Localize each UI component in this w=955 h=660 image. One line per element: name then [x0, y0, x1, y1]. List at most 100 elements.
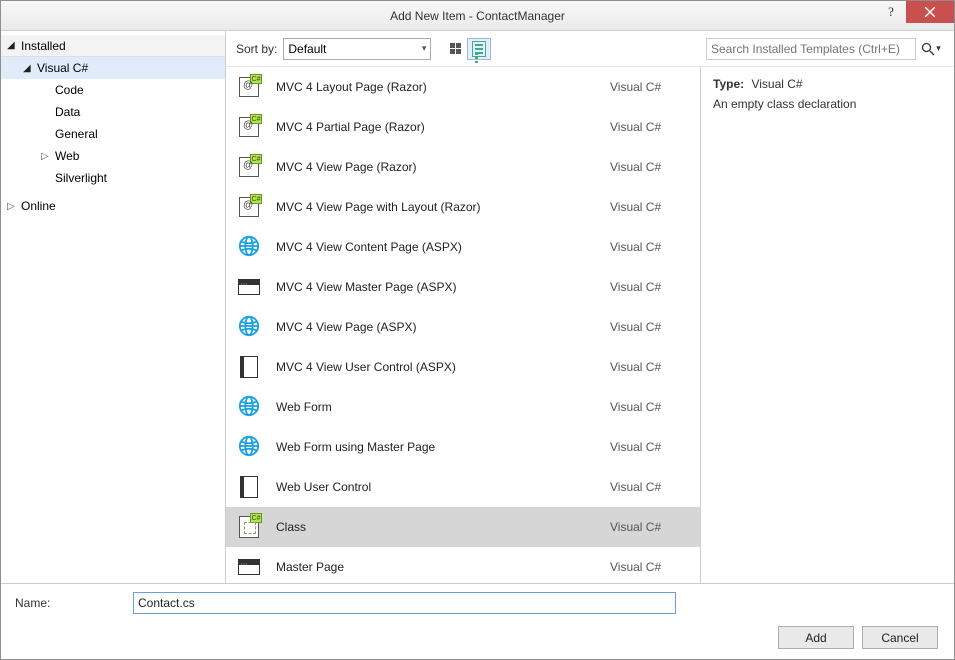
template-list[interactable]: C# MVC 4 Layout Page (Razor) Visual C# C# MV… — [226, 67, 700, 583]
titlebar: Add New Item - ContactManager ? — [1, 1, 954, 31]
template-lang: Visual C# — [610, 280, 690, 294]
template-row[interactable]: C# MVC 4 Partial Page (Razor) Visual C# — [226, 107, 700, 147]
master-page-icon: ••• — [238, 559, 260, 575]
template-name: Web Form — [276, 400, 596, 414]
chevron-right-icon: ▷ — [7, 201, 19, 212]
sidebar-item-silverlight[interactable]: Silverlight — [1, 167, 225, 189]
details-pane: Type: Visual C# An empty class declarati… — [700, 67, 954, 583]
sidebar-header-label: Installed — [21, 39, 66, 53]
template-name: MVC 4 View Page (Razor) — [276, 160, 596, 174]
template-row[interactable]: MVC 4 View User Control (ASPX) Visual C# — [226, 347, 700, 387]
template-lang: Visual C# — [610, 80, 690, 94]
close-button[interactable] — [906, 1, 954, 23]
search-icon — [921, 42, 935, 56]
sidebar-item-label: Web — [55, 149, 79, 163]
sort-select[interactable]: Default ▾ — [283, 38, 431, 60]
sidebar-item-label: Visual C# — [37, 61, 88, 75]
template-name: MVC 4 Layout Page (Razor) — [276, 80, 596, 94]
sidebar-item-code[interactable]: Code — [1, 79, 225, 101]
template-name: MVC 4 View Content Page (ASPX) — [276, 240, 596, 254]
template-row[interactable]: Web User Control Visual C# — [226, 467, 700, 507]
class-icon: C# — [239, 516, 259, 538]
detail-type-value: Visual C# — [751, 77, 802, 91]
razor-icon: C# — [239, 77, 259, 97]
template-row[interactable]: C# MVC 4 Layout Page (Razor) Visual C# — [226, 67, 700, 107]
template-lang: Visual C# — [610, 120, 690, 134]
bottom-panel: Name: Add Cancel — [1, 584, 954, 659]
sort-value: Default — [288, 42, 326, 56]
template-name: MVC 4 View Master Page (ASPX) — [276, 280, 596, 294]
razor-icon: C# — [239, 197, 259, 217]
add-button[interactable]: Add — [778, 626, 854, 649]
sidebar-item-label: Silverlight — [55, 171, 107, 185]
razor-icon: C# — [239, 117, 259, 137]
sidebar-header-online[interactable]: ▷ Online — [1, 195, 225, 217]
template-row[interactable]: MVC 4 View Content Page (ASPX) Visual C# — [226, 227, 700, 267]
sidebar-item-data[interactable]: Data — [1, 101, 225, 123]
globe-icon — [238, 235, 260, 260]
template-lang: Visual C# — [610, 240, 690, 254]
template-name: MVC 4 View Page (ASPX) — [276, 320, 596, 334]
template-name: Class — [276, 520, 596, 534]
user-control-icon — [240, 476, 258, 498]
template-name: Web User Control — [276, 480, 596, 494]
view-list-button[interactable] — [467, 38, 491, 60]
grid-icon — [450, 43, 461, 54]
template-name: Master Page — [276, 560, 596, 574]
template-row[interactable]: Web Form Visual C# — [226, 387, 700, 427]
template-lang: Visual C# — [610, 560, 690, 574]
template-name: MVC 4 View User Control (ASPX) — [276, 360, 596, 374]
sidebar-item-label: Code — [55, 83, 84, 97]
template-row[interactable]: Web Form using Master Page Visual C# — [226, 427, 700, 467]
template-row[interactable]: ••• Master Page Visual C# — [226, 547, 700, 583]
sidebar-item-label: Data — [55, 105, 80, 119]
template-lang: Visual C# — [610, 480, 690, 494]
razor-icon: C# — [239, 157, 259, 177]
caret-down-icon: ▾ — [422, 43, 427, 54]
sidebar-item-label: General — [55, 127, 98, 141]
template-lang: Visual C# — [610, 160, 690, 174]
chevron-down-icon: ◢ — [23, 63, 35, 74]
sidebar-item-web[interactable]: ▷Web — [1, 145, 225, 167]
template-lang: Visual C# — [610, 520, 690, 534]
chevron-down-icon: ◢ — [7, 40, 19, 51]
name-input[interactable] — [133, 592, 676, 614]
user-control-icon — [240, 356, 258, 378]
globe-icon — [238, 315, 260, 340]
template-lang: Visual C# — [610, 360, 690, 374]
template-name: MVC 4 Partial Page (Razor) — [276, 120, 596, 134]
template-lang: Visual C# — [610, 440, 690, 454]
cancel-button[interactable]: Cancel — [862, 626, 938, 649]
template-lang: Visual C# — [610, 400, 690, 414]
template-lang: Visual C# — [610, 320, 690, 334]
template-row[interactable]: C# MVC 4 View Page (Razor) Visual C# — [226, 147, 700, 187]
template-row[interactable]: C# MVC 4 View Page with Layout (Razor) Vis… — [226, 187, 700, 227]
globe-icon — [238, 435, 260, 460]
template-lang: Visual C# — [610, 200, 690, 214]
detail-type-label: Type: — [713, 77, 744, 91]
sidebar-header-installed[interactable]: ◢ Installed — [1, 35, 225, 57]
sidebar-item-general[interactable]: General — [1, 123, 225, 145]
category-sidebar: ◢ Installed ◢Visual C#CodeDataGeneral▷We… — [1, 31, 226, 583]
list-icon — [472, 41, 486, 57]
template-row[interactable]: ••• MVC 4 View Master Page (ASPX) Visual C… — [226, 267, 700, 307]
sidebar-online-label: Online — [21, 199, 56, 213]
sidebar-item-visual-c-[interactable]: ◢Visual C# — [1, 57, 225, 79]
search-button[interactable]: ▾ — [920, 38, 942, 60]
window-title: Add New Item - ContactManager — [1, 9, 954, 23]
template-row[interactable]: C# Class Visual C# — [226, 507, 700, 547]
sort-label: Sort by: — [236, 42, 277, 56]
template-row[interactable]: MVC 4 View Page (ASPX) Visual C# — [226, 307, 700, 347]
template-name: Web Form using Master Page — [276, 440, 596, 454]
template-name: MVC 4 View Page with Layout (Razor) — [276, 200, 596, 214]
sort-toolbar: Sort by: Default ▾ — [226, 31, 954, 67]
name-label: Name: — [15, 596, 125, 610]
template-list-pane: Sort by: Default ▾ — [226, 31, 954, 583]
detail-description: An empty class declaration — [713, 97, 942, 111]
search-input[interactable] — [706, 38, 916, 60]
master-page-icon: ••• — [238, 279, 260, 295]
chevron-right-icon: ▷ — [41, 151, 53, 162]
help-button[interactable]: ? — [876, 1, 906, 23]
view-grid-button[interactable] — [443, 38, 467, 60]
globe-icon — [238, 395, 260, 420]
